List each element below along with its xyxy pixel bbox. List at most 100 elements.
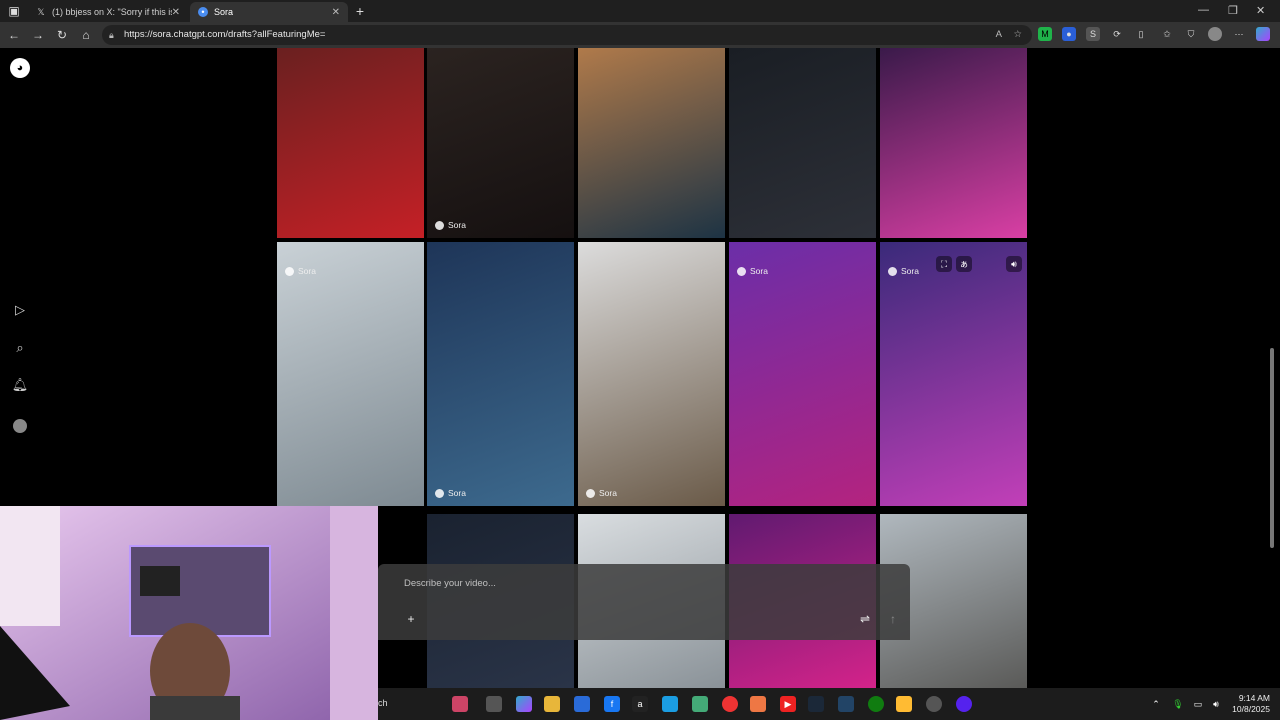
page-scrollbar[interactable] bbox=[1268, 48, 1276, 688]
tab-title: Sora bbox=[214, 7, 234, 17]
amazon-icon[interactable]: a bbox=[632, 696, 648, 712]
webcam-overlay bbox=[0, 506, 378, 720]
sora-watermark: Sora bbox=[586, 488, 617, 498]
address-bar-row: ← → ↻ ⌂ 🔒︎ https://sora.chatgpt.com/draf… bbox=[0, 22, 1280, 48]
extension-icon[interactable]: S bbox=[1086, 27, 1100, 41]
favorite-star-icon[interactable]: ☆ bbox=[1013, 25, 1022, 45]
steam-icon[interactable] bbox=[808, 696, 824, 712]
sora-watermark: Sora bbox=[888, 266, 919, 276]
calculator-icon[interactable] bbox=[692, 696, 708, 712]
tab-twitter[interactable]: 𝕏 (1) bbjess on X: "Sorry if this is ou … bbox=[28, 2, 188, 22]
browser-tab-bar: ▣ 𝕏 (1) bbjess on X: "Sorry if this is o… bbox=[0, 0, 1280, 22]
webcam-feed-image bbox=[0, 506, 378, 720]
video-tile[interactable]: Sora bbox=[427, 242, 574, 506]
lock-icon: 🔒︎ bbox=[109, 30, 114, 40]
settings-icon[interactable] bbox=[926, 696, 942, 712]
minimize-icon[interactable]: — bbox=[1198, 4, 1209, 16]
video-tile[interactable] bbox=[880, 48, 1027, 238]
arrow-up-icon[interactable]: ↑ bbox=[884, 610, 902, 628]
new-tab-button[interactable]: + bbox=[352, 3, 368, 19]
play-icon[interactable]: ▷ bbox=[10, 300, 30, 320]
video-tile[interactable] bbox=[729, 48, 876, 238]
sora-icon bbox=[888, 266, 897, 276]
app-icon[interactable] bbox=[956, 696, 972, 712]
add-media-button[interactable]: + bbox=[402, 610, 420, 628]
youtube-icon[interactable]: ▶ bbox=[780, 696, 796, 712]
translate-icon[interactable]: ぁ bbox=[956, 256, 972, 272]
video-tile[interactable]: Sora bbox=[729, 242, 876, 506]
windows-taskbar: ch f a ▶ ⌃ 🎙︎ ▭ 🔊︎ 9:14 AM 10/8/2025 bbox=[378, 688, 1280, 720]
volume-icon[interactable]: 🔊︎ bbox=[1006, 256, 1022, 272]
sora-watermark: Sora bbox=[285, 266, 316, 276]
read-aloud-icon[interactable]: A bbox=[996, 25, 1002, 45]
tab-sora[interactable]: • Sora ✕ bbox=[190, 2, 348, 22]
tray-chevron-icon[interactable]: ⌃ bbox=[1148, 696, 1164, 712]
edge-icon[interactable] bbox=[662, 696, 678, 712]
favorites-icon[interactable]: ✩ bbox=[1160, 27, 1174, 41]
video-tile[interactable]: Sora ⛶ ぁ 🔊︎ bbox=[880, 242, 1027, 506]
sora-label: Sora bbox=[448, 488, 466, 498]
store-icon[interactable] bbox=[574, 696, 590, 712]
widgets-icon[interactable] bbox=[452, 696, 468, 712]
prompt-input[interactable] bbox=[404, 578, 804, 589]
avatar-icon[interactable] bbox=[10, 416, 30, 436]
sora-icon bbox=[435, 220, 444, 230]
volume-icon[interactable]: 🔊︎ bbox=[1208, 696, 1224, 712]
facebook-icon[interactable]: f bbox=[604, 696, 620, 712]
prompt-bar: + ⇌ ↑ bbox=[378, 564, 910, 640]
copilot-icon[interactable] bbox=[516, 696, 532, 712]
url-field[interactable]: 🔒︎ https://sora.chatgpt.com/drafts?allFe… bbox=[102, 25, 1032, 45]
taskbar-clock[interactable]: 9:14 AM 10/8/2025 bbox=[1232, 693, 1270, 715]
tab-close-icon[interactable]: ✕ bbox=[332, 7, 340, 18]
microphone-icon[interactable]: 🎙︎ bbox=[1170, 696, 1186, 712]
sora-icon bbox=[435, 488, 444, 498]
refresh-icon[interactable]: ↻ bbox=[54, 27, 70, 43]
tab-close-icon[interactable]: ✕ bbox=[172, 7, 180, 18]
bell-icon[interactable]: 🔔︎ bbox=[10, 375, 30, 395]
file-explorer-icon[interactable] bbox=[544, 696, 560, 712]
sora-watermark: Sora bbox=[435, 488, 466, 498]
forward-icon[interactable]: → bbox=[30, 27, 46, 43]
video-tile[interactable]: Sora bbox=[427, 48, 574, 238]
sora-logo-icon[interactable]: ◕ bbox=[10, 58, 30, 78]
chrome-icon[interactable] bbox=[722, 696, 738, 712]
app-icon[interactable] bbox=[838, 696, 854, 712]
video-tile[interactable] bbox=[277, 48, 424, 238]
browser-essentials-icon[interactable]: ⛉ bbox=[1184, 27, 1198, 41]
vlc-icon[interactable] bbox=[750, 696, 766, 712]
sora-icon bbox=[737, 266, 746, 276]
video-tile[interactable] bbox=[578, 48, 725, 238]
sliders-icon[interactable]: ⇌ bbox=[856, 610, 874, 628]
sora-watermark: Sora bbox=[435, 220, 466, 230]
restore-icon[interactable]: ❐ bbox=[1228, 4, 1238, 17]
extension-icon[interactable]: M bbox=[1038, 27, 1052, 41]
split-screen-icon[interactable]: ▯ bbox=[1134, 27, 1148, 41]
extension-icon[interactable]: ⟳ bbox=[1110, 27, 1124, 41]
tab-actions-icon[interactable]: ▣ bbox=[6, 3, 22, 19]
xbox-icon[interactable] bbox=[868, 696, 884, 712]
home-icon[interactable]: ⌂ bbox=[78, 27, 94, 43]
search-icon[interactable]: ⌕ bbox=[10, 338, 30, 358]
extension-icon[interactable]: ● bbox=[1062, 27, 1076, 41]
taskbar-search-text[interactable]: ch bbox=[378, 698, 388, 708]
scrollbar-thumb[interactable] bbox=[1270, 348, 1274, 548]
x-logo-icon: 𝕏 bbox=[37, 6, 45, 17]
menu-dots-icon[interactable]: ⋯ bbox=[1232, 27, 1246, 41]
sticky-notes-icon[interactable] bbox=[896, 696, 912, 712]
clock-time: 9:14 AM bbox=[1238, 693, 1270, 703]
sora-label: Sora bbox=[901, 266, 919, 276]
tab-title: (1) bbjess on X: "Sorry if this is ou bbox=[51, 7, 172, 17]
sora-icon bbox=[586, 488, 595, 498]
back-icon[interactable]: ← bbox=[6, 27, 22, 43]
profile-avatar-icon[interactable] bbox=[1208, 27, 1222, 41]
video-tile[interactable]: Sora bbox=[578, 242, 725, 506]
sora-label: Sora bbox=[599, 488, 617, 498]
video-tile[interactable]: Sora bbox=[277, 242, 424, 506]
task-view-icon[interactable] bbox=[486, 696, 502, 712]
close-window-icon[interactable]: ✕ bbox=[1256, 4, 1265, 17]
sora-watermark: Sora bbox=[737, 266, 768, 276]
network-icon[interactable]: ▭ bbox=[1190, 696, 1206, 712]
sora-label: Sora bbox=[298, 266, 316, 276]
copilot-icon[interactable] bbox=[1256, 27, 1270, 41]
expand-icon[interactable]: ⛶ bbox=[936, 256, 952, 272]
